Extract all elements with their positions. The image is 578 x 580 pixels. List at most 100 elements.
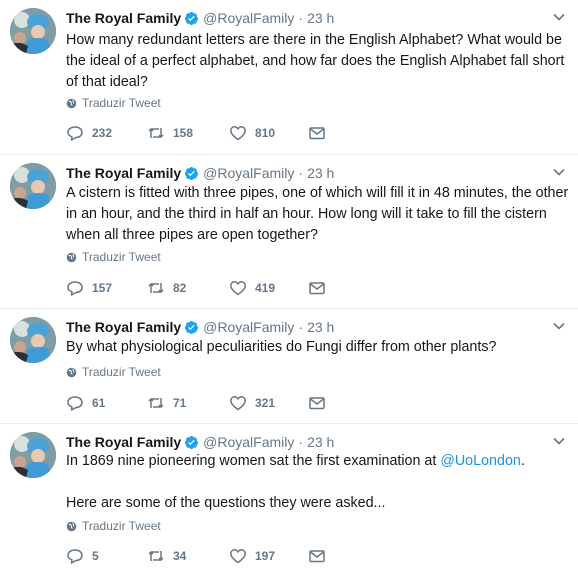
- heart-icon: [230, 281, 246, 296]
- separator-dot: ·: [298, 319, 304, 335]
- reply-icon: [67, 281, 83, 296]
- tweet-text-paragraph: Here are some of the questions they were…: [66, 495, 386, 511]
- heart-icon: [230, 549, 246, 564]
- author-name[interactable]: The Royal Family: [66, 319, 181, 335]
- retweet-count: 82: [173, 281, 187, 295]
- timeline: The Royal Family @RoyalFamily · 23 h How…: [0, 0, 578, 580]
- separator-dot: ·: [298, 434, 304, 450]
- reply-count: 157: [92, 281, 113, 295]
- author-handle[interactable]: @RoyalFamily: [203, 319, 294, 335]
- retweet-count: 34: [173, 549, 187, 563]
- tweet-actions: 232 158 810: [66, 124, 326, 142]
- verified-badge-icon: [184, 166, 199, 181]
- envelope-icon: [309, 282, 325, 295]
- translate-tweet-link[interactable]: Traduzir Tweet: [66, 519, 161, 533]
- tweet-timestamp[interactable]: 23 h: [307, 10, 334, 26]
- mention-link[interactable]: @UoLondon: [440, 453, 521, 469]
- tweet-text-part: .: [520, 453, 525, 469]
- tweet-timestamp[interactable]: 23 h: [307, 319, 334, 335]
- tweet[interactable]: The Royal Family @RoyalFamily · 23 h A c…: [0, 155, 578, 309]
- tweet-actions: 61 71 321: [66, 394, 326, 412]
- retweet-button[interactable]: 158: [147, 124, 193, 142]
- like-count: 419: [255, 281, 276, 295]
- globe-icon: [66, 367, 77, 377]
- author-handle[interactable]: @RoyalFamily: [203, 165, 294, 181]
- like-count: 810: [255, 126, 276, 140]
- direct-message-button[interactable]: [308, 547, 334, 565]
- reply-count: 61: [92, 396, 106, 410]
- tweet-text: In 1869 nine pioneering women sat the fi…: [66, 451, 571, 472]
- tweet[interactable]: The Royal Family @RoyalFamily · 23 h In …: [0, 424, 578, 580]
- like-button[interactable]: 810: [229, 124, 275, 142]
- retweet-icon: [148, 398, 164, 408]
- tweet-actions: 5 34 197: [66, 547, 326, 565]
- tweet-text: A cistern is fitted with three pipes, on…: [66, 185, 573, 243]
- tweet-text-part: In 1869 nine pioneering women sat the fi…: [66, 453, 441, 469]
- retweet-count: 71: [173, 396, 187, 410]
- envelope-icon: [309, 397, 325, 410]
- retweet-button[interactable]: 71: [147, 394, 186, 412]
- translate-tweet-link[interactable]: Traduzir Tweet: [66, 365, 161, 379]
- direct-message-button[interactable]: [308, 394, 334, 412]
- tweet-header: The Royal Family @RoyalFamily · 23 h: [66, 317, 334, 337]
- retweet-button[interactable]: 34: [147, 547, 186, 565]
- separator-dot: ·: [298, 10, 304, 26]
- translate-label: Traduzir Tweet: [82, 365, 161, 379]
- translate-label: Traduzir Tweet: [82, 250, 161, 264]
- verified-badge-icon: [184, 435, 199, 450]
- avatar[interactable]: [10, 8, 56, 54]
- translate-label: Traduzir Tweet: [82, 519, 161, 533]
- reply-icon: [67, 549, 83, 564]
- envelope-icon: [309, 127, 325, 140]
- like-button[interactable]: 419: [229, 279, 275, 297]
- tweet-text: By what physiological peculiarities do F…: [66, 339, 497, 355]
- author-name[interactable]: The Royal Family: [66, 165, 181, 181]
- retweet-icon: [148, 128, 164, 138]
- verified-badge-icon: [184, 11, 199, 26]
- like-button[interactable]: 321: [229, 394, 275, 412]
- direct-message-button[interactable]: [308, 279, 334, 297]
- tweet[interactable]: The Royal Family @RoyalFamily · 23 h By …: [0, 309, 578, 424]
- tweet-actions: 157 82 419: [66, 279, 326, 297]
- tweet-header: The Royal Family @RoyalFamily · 23 h: [66, 163, 334, 183]
- like-button[interactable]: 197: [229, 547, 275, 565]
- tweet-text: How many redundant letters are there in …: [66, 32, 569, 90]
- author-handle[interactable]: @RoyalFamily: [203, 10, 294, 26]
- reply-icon: [67, 126, 83, 141]
- chevron-down-icon[interactable]: [552, 165, 566, 179]
- avatar[interactable]: [10, 432, 56, 478]
- like-count: 197: [255, 549, 276, 563]
- chevron-down-icon[interactable]: [552, 319, 566, 333]
- separator-dot: ·: [298, 165, 304, 181]
- reply-icon: [67, 396, 83, 411]
- tweet[interactable]: The Royal Family @RoyalFamily · 23 h How…: [0, 0, 578, 155]
- heart-icon: [230, 126, 246, 141]
- translate-tweet-link[interactable]: Traduzir Tweet: [66, 96, 161, 110]
- chevron-down-icon[interactable]: [552, 434, 566, 448]
- tweet-timestamp[interactable]: 23 h: [307, 165, 334, 181]
- translate-tweet-link[interactable]: Traduzir Tweet: [66, 250, 161, 264]
- reply-button[interactable]: 157: [66, 279, 112, 297]
- reply-button[interactable]: 5: [66, 547, 99, 565]
- globe-icon: [66, 252, 77, 262]
- chevron-down-icon[interactable]: [552, 10, 566, 24]
- avatar[interactable]: [10, 163, 56, 209]
- retweet-icon: [148, 551, 164, 561]
- retweet-icon: [148, 283, 164, 293]
- reply-count: 5: [92, 549, 99, 563]
- like-count: 321: [255, 396, 276, 410]
- envelope-icon: [309, 550, 325, 563]
- avatar[interactable]: [10, 317, 56, 363]
- verified-badge-icon: [184, 320, 199, 335]
- reply-button[interactable]: 232: [66, 124, 112, 142]
- author-handle[interactable]: @RoyalFamily: [203, 434, 294, 450]
- author-name[interactable]: The Royal Family: [66, 434, 181, 450]
- translate-label: Traduzir Tweet: [82, 96, 161, 110]
- author-name[interactable]: The Royal Family: [66, 10, 181, 26]
- retweet-button[interactable]: 82: [147, 279, 186, 297]
- reply-button[interactable]: 61: [66, 394, 105, 412]
- globe-icon: [66, 521, 77, 531]
- tweet-timestamp[interactable]: 23 h: [307, 434, 334, 450]
- direct-message-button[interactable]: [308, 124, 334, 142]
- tweet-header: The Royal Family @RoyalFamily · 23 h: [66, 432, 334, 452]
